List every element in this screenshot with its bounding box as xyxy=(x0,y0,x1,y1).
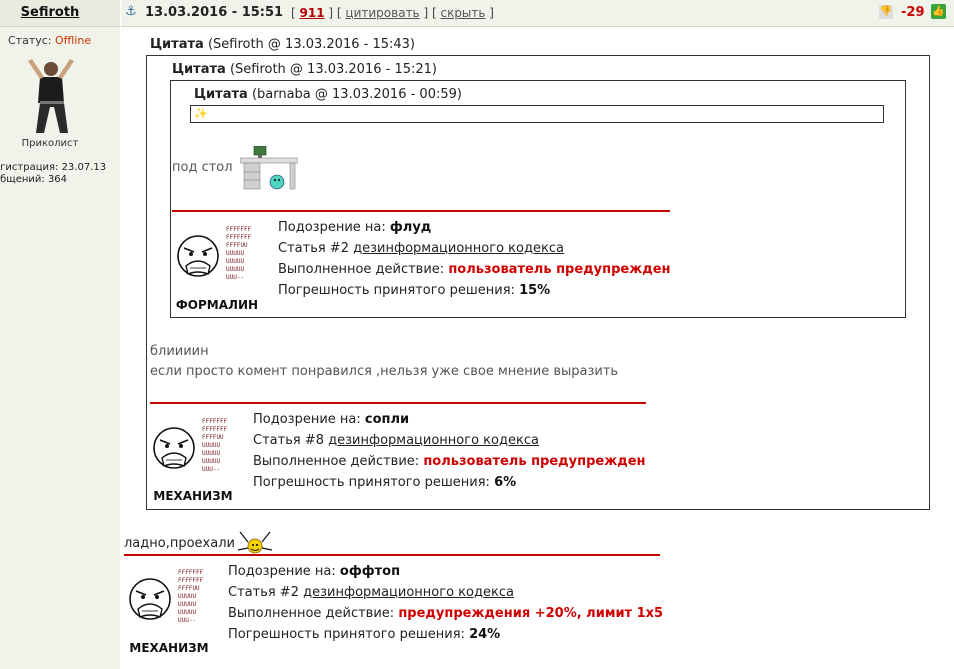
sparkle-smiley-icon: ✨ xyxy=(194,107,208,120)
moderator-caption: МЕХАНИЗМ xyxy=(129,641,209,655)
rage-face-icon: FFFFFFF FFFFFFF FFFFUU UUUUU UUUUU UUUUU… xyxy=(129,569,204,624)
avatar[interactable] xyxy=(20,55,82,137)
quote-header: Цитата (barnaba @ 13.03.2016 - 00:59) xyxy=(194,87,462,102)
punishment-details: Подозрение на: флуд Статья #2 дезинформа… xyxy=(278,220,671,298)
dancing-smiley-icon xyxy=(237,531,273,554)
anchor-icon[interactable]: ⚓ xyxy=(125,4,137,19)
quote-text: если просто комент понравился ,нельзя уж… xyxy=(150,364,619,379)
post-header-bar: ⚓ 13.03.2016 - 15:51 [ 911 ] [ цитироват… xyxy=(121,0,954,27)
quote-text: блиииин xyxy=(150,344,209,359)
svg-text:UUUUU: UUUUU xyxy=(202,458,220,465)
svg-text:FFFFFFF: FFFFFFF xyxy=(226,234,252,241)
svg-text:UUU--: UUU-- xyxy=(226,274,244,281)
svg-text:UUUUU: UUUUU xyxy=(202,442,220,449)
desk-smiley-icon xyxy=(240,146,298,190)
svg-text:UUUUU: UUUUU xyxy=(202,450,220,457)
svg-text:UUUUU: UUUUU xyxy=(226,250,244,257)
thumbs-down-icon[interactable]: 👎 xyxy=(879,5,893,19)
svg-text:FFFFUU: FFFFUU xyxy=(226,242,248,249)
svg-text:UUU--: UUU-- xyxy=(202,466,220,473)
hide-link[interactable]: скрыть xyxy=(440,6,485,20)
quote-header: Цитата (Sefiroth @ 13.03.2016 - 15:43) xyxy=(150,37,415,52)
svg-text:FFFFUU: FFFFUU xyxy=(202,434,224,441)
post-datetime: 13.03.2016 - 15:51 xyxy=(145,5,284,20)
svg-text:FFFFFFF: FFFFFFF xyxy=(178,577,204,584)
quote-block: ✨ xyxy=(190,105,884,123)
user-registered: егистрация: 23.07.13 xyxy=(0,162,107,173)
divider-line xyxy=(150,402,646,404)
punishment-details: Подозрение на: сопли Статья #8 дезинформ… xyxy=(253,412,646,490)
thumbs-up-icon[interactable]: 👍 xyxy=(931,4,946,19)
article-link[interactable]: дезинформационного кодекса xyxy=(353,241,564,256)
svg-text:UUUUU: UUUUU xyxy=(178,601,196,608)
rage-face-icon: FFFFFFF FFFFFFF FFFFUU UUUUU UUUUU UUUUU… xyxy=(177,226,252,281)
article-link[interactable]: дезинформационного кодекса xyxy=(328,433,539,448)
svg-text:FFFFFFF: FFFFFFF xyxy=(202,418,228,425)
quote-text: под стол xyxy=(172,160,233,175)
punishment-details: Подозрение на: оффтоп Статья #2 дезинфор… xyxy=(228,564,664,642)
user-post-count: общений: 364 xyxy=(0,174,68,185)
svg-text:FFFFFFF: FFFFFFF xyxy=(202,426,228,433)
svg-text:UUUUU: UUUUU xyxy=(226,258,244,265)
svg-text:UUUUU: UUUUU xyxy=(226,266,244,273)
user-status: Статус: Offline xyxy=(8,34,92,47)
post-actions: [ 911 ] [ цитировать ] [ скрыть ] xyxy=(291,6,494,20)
moderator-caption: ФОРМАЛИН xyxy=(175,298,259,312)
svg-text:UUUUU: UUUUU xyxy=(178,609,196,616)
article-link[interactable]: дезинформационного кодекса xyxy=(303,585,514,600)
author-name-link[interactable]: Sefiroth xyxy=(0,5,100,20)
reply-count-link[interactable]: 911 xyxy=(300,6,325,20)
rage-face-icon: FFFFFFF FFFFFFF FFFFUU UUUUU UUUUU UUUUU… xyxy=(153,418,228,473)
quote-link[interactable]: цитировать xyxy=(345,6,419,20)
author-sidebar: Статус: Offline Приколист егистрация: 23… xyxy=(0,27,120,669)
svg-text:FFFFUU: FFFFUU xyxy=(178,585,200,592)
svg-text:UUU--: UUU-- xyxy=(178,617,196,624)
post-text: ладно,проехали xyxy=(124,536,235,551)
divider-line xyxy=(124,554,660,556)
svg-text:FFFFFFF: FFFFFFF xyxy=(226,226,252,233)
svg-text:FFFFFFF: FFFFFFF xyxy=(178,569,204,576)
divider-line xyxy=(172,210,670,212)
user-rank: Приколист xyxy=(21,138,79,149)
post-score: -29 xyxy=(901,5,925,20)
quote-header: Цитата (Sefiroth @ 13.03.2016 - 15:21) xyxy=(172,62,437,77)
post-author-bar: Sefiroth xyxy=(0,0,120,27)
svg-text:UUUUU: UUUUU xyxy=(178,593,196,600)
moderator-caption: МЕХАНИЗМ xyxy=(153,489,233,503)
